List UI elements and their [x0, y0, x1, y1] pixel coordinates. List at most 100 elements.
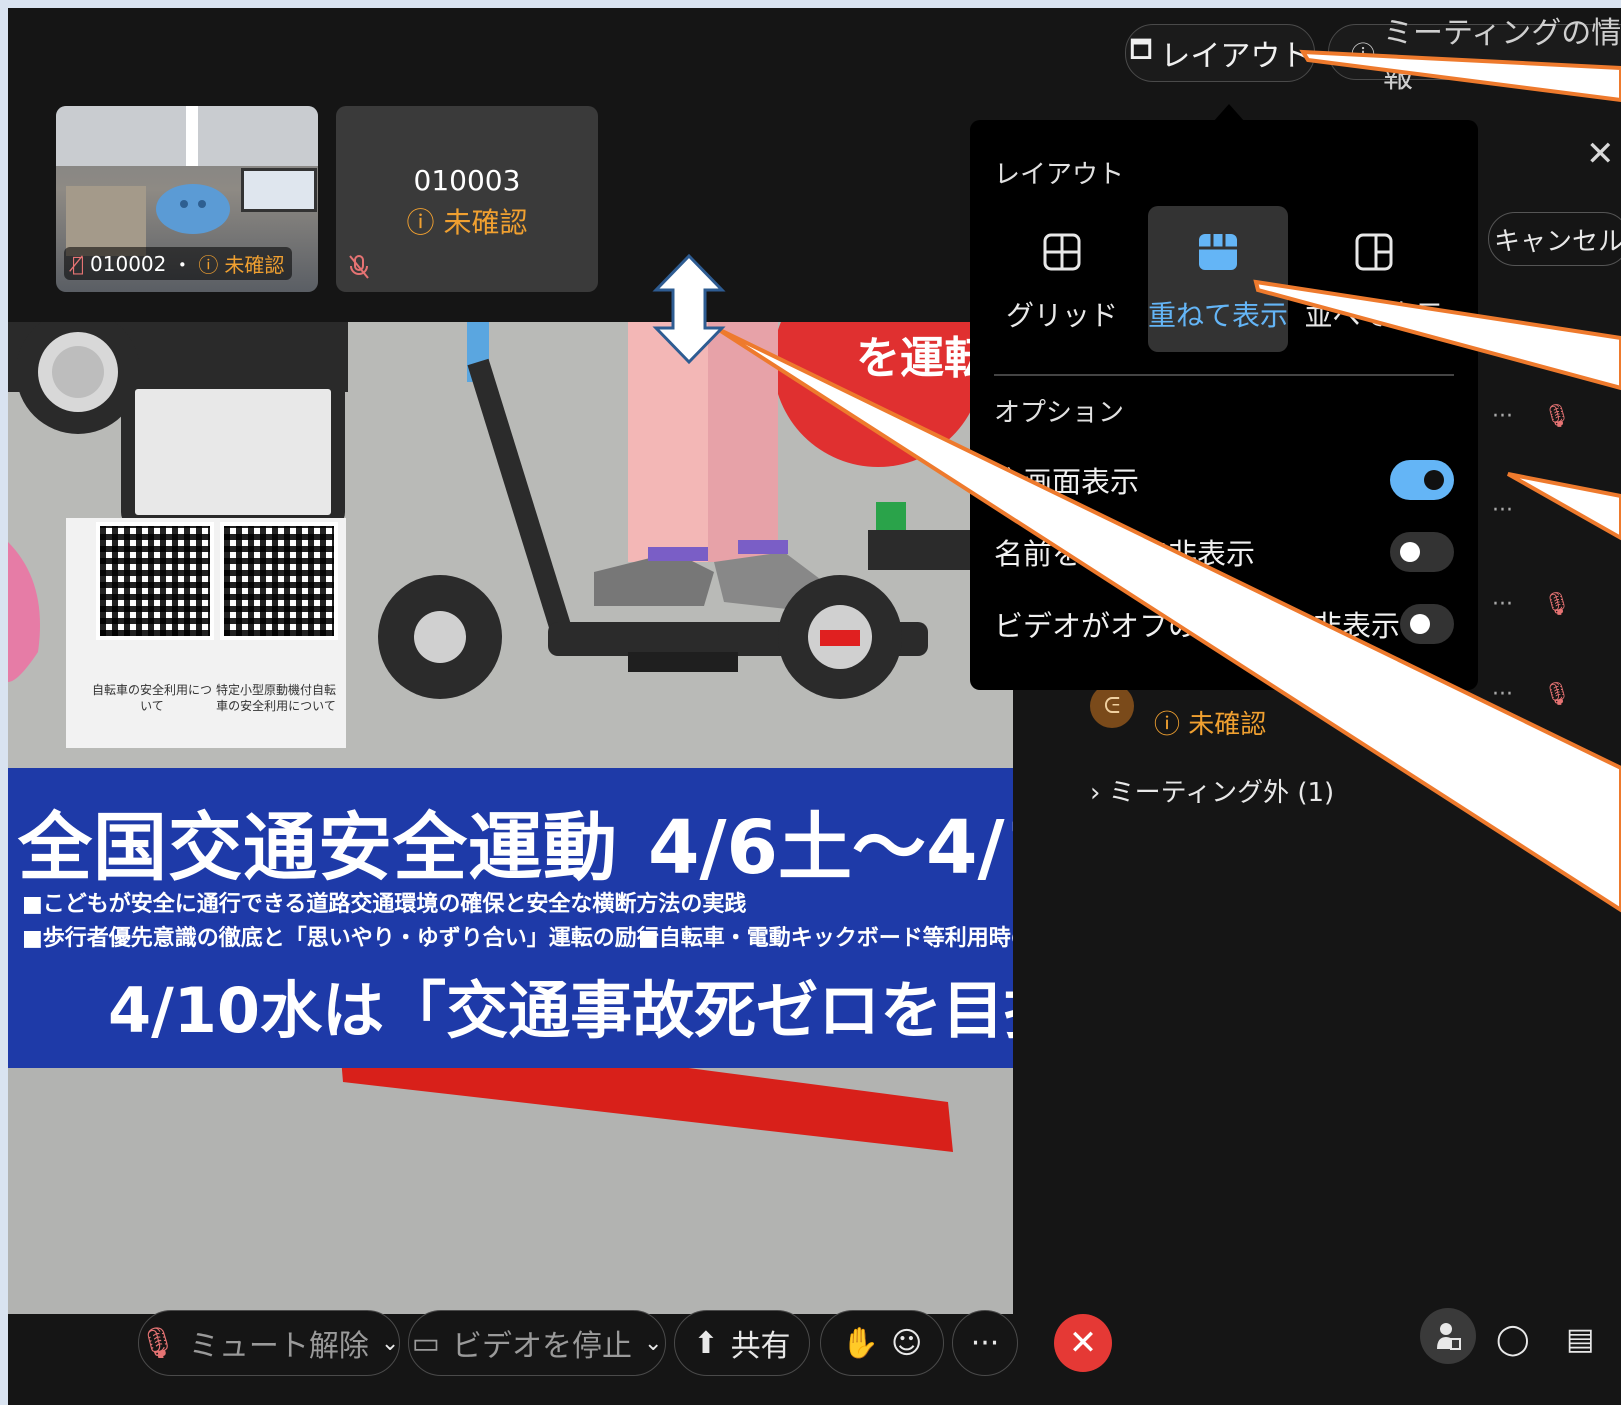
- participant-row-actions[interactable]: ···: [1492, 498, 1513, 523]
- main-video: を運転 自転車の安全利用について 特定小型原動機付自転車の安全利用について 全国…: [8, 322, 1013, 1314]
- participant-status: 未確認: [443, 206, 528, 239]
- more-options-icon[interactable]: ···: [1492, 682, 1513, 707]
- toggle-label: 名前を自分で非表示: [994, 537, 1256, 571]
- poster-banner: 全国交通安全運動 4/6土〜4/1 ■こどもが安全に通行できる道路交通環境の確保…: [8, 768, 1013, 1068]
- layout-option-grid[interactable]: グリッド: [992, 206, 1132, 352]
- chat-icon[interactable]: ◯: [1496, 1322, 1530, 1357]
- popup-divider: [994, 374, 1454, 376]
- mic-muted-icon: 🎙: [138, 1325, 177, 1361]
- popup-title: レイアウト: [994, 160, 1125, 190]
- meeting-window: 🗖 レイアウト ⓘ ミーティングの情報 🎙̸ 010002 ・ ⓘ 未確認 01…: [8, 8, 1621, 1405]
- participant-id: 010002: [90, 251, 167, 276]
- unconfirmed-icon: ⓘ: [198, 253, 219, 277]
- toggle-knob: [1424, 470, 1444, 490]
- more-icon: ···: [970, 1325, 1000, 1361]
- qr-caption-2: 特定小型原動機付自転車の安全利用について: [216, 683, 337, 713]
- mic-muted-icon: 🎙: [1542, 592, 1571, 617]
- more-options-icon[interactable]: ···: [1492, 592, 1513, 617]
- toggle-label: ビデオがオフの参加者を非表示: [994, 609, 1401, 643]
- layout-option-side-by-side[interactable]: 並べて表示: [1304, 206, 1444, 352]
- raise-hand-icon[interactable]: ✋: [842, 1326, 879, 1361]
- grid-icon: [992, 232, 1132, 278]
- poster-sign-text: を運転: [856, 333, 988, 384]
- unconfirmed-icon: ⓘ: [406, 206, 435, 239]
- participant-status: 未確認: [1188, 710, 1267, 740]
- mic-muted-icon: 🎙: [1542, 404, 1571, 429]
- share-button[interactable]: ⬆ 共有: [674, 1310, 810, 1376]
- hide-video-off-toggle[interactable]: [1400, 604, 1454, 644]
- toggle-row-hide-video-off: ビデオがオフの参加者を非表示: [994, 602, 1454, 646]
- participant-status: 未確認: [224, 253, 285, 277]
- unconfirmed-icon: ⓘ: [1154, 710, 1181, 740]
- info-icon: ⓘ: [1351, 40, 1375, 69]
- room-light: [186, 106, 198, 166]
- end-call-button[interactable]: ✕: [1054, 1314, 1112, 1372]
- layout-option-label: グリッド: [1005, 299, 1118, 332]
- mic-muted-icon: 🎙: [1542, 682, 1571, 707]
- participant-row-actions[interactable]: ··· 🎙: [1492, 682, 1571, 707]
- hide-own-name-toggle[interactable]: [1390, 532, 1454, 572]
- qr-code-2: [220, 522, 338, 640]
- share-label: 共有: [730, 1329, 791, 1364]
- unmute-label: ミュート解除: [188, 1329, 369, 1364]
- stack-icon: [1148, 232, 1288, 278]
- more-options-icon[interactable]: ···: [1492, 404, 1513, 429]
- toggle-row-fullscreen: 全画面表示: [994, 458, 1454, 502]
- reactions-group: ✋ ☺: [820, 1310, 944, 1376]
- toggle-label: 全画面表示: [994, 465, 1140, 499]
- layout-option-label: 並べて表示: [1304, 299, 1444, 332]
- banner-bullet-2: ■歩行者優先意識の徹底と「思いやり・ゆずり合い」運転の励行: [22, 926, 659, 951]
- files-icon[interactable]: ▤: [1566, 1322, 1594, 1357]
- more-options-icon[interactable]: ···: [1492, 498, 1513, 523]
- qr-code-1: [96, 522, 214, 640]
- layout-option-label: 重ねて表示: [1148, 299, 1289, 332]
- room-shelf: [66, 186, 146, 256]
- participant-label: 🎙̸ 010002 ・ ⓘ 未確認: [64, 247, 293, 280]
- chevron-down-icon[interactable]: ⌄: [644, 1331, 662, 1356]
- banner-bottom-line: 4/10水は「交通事故死ゼロを目指す日」: [108, 974, 1013, 1047]
- participant-avatar: ᕮ: [1090, 684, 1134, 728]
- banner-title: 全国交通安全運動: [18, 805, 618, 891]
- qr-caption-1: 自転車の安全利用について: [92, 683, 213, 713]
- chevron-down-icon[interactable]: ⌄: [381, 1331, 399, 1356]
- options-title: オプション: [994, 398, 1125, 428]
- fullscreen-toggle[interactable]: [1390, 460, 1454, 500]
- share-icon: ⬆: [693, 1325, 719, 1361]
- chevron-right-icon: ›: [1090, 778, 1101, 808]
- meeting-info-button[interactable]: ⓘ ミーティングの情報: [1328, 16, 1621, 95]
- cancel-button[interactable]: キャンセル: [1488, 212, 1621, 266]
- participants-icon[interactable]: [1420, 1308, 1476, 1364]
- toggle-knob: [1410, 614, 1431, 634]
- separator: ・: [172, 253, 193, 277]
- layout-icon: 🗖: [1129, 35, 1153, 64]
- participant-status-row: ⓘ 未確認: [336, 201, 598, 241]
- room-window: [241, 168, 317, 212]
- close-icon: ✕: [1068, 1323, 1098, 1363]
- layout-button[interactable]: 🗖 レイアウト: [1125, 24, 1315, 82]
- video-camera-icon: ▭: [411, 1325, 440, 1361]
- close-icon[interactable]: ✕: [1586, 134, 1615, 174]
- toggle-row-hide-own-name: 名前を自分で非表示: [994, 530, 1454, 574]
- layout-button-label: レイアウト: [1160, 39, 1311, 74]
- participant-row-actions[interactable]: ··· 🎙: [1492, 592, 1571, 617]
- toggle-knob: [1400, 542, 1420, 562]
- meeting-info-label: ミーティングの情報: [1383, 16, 1621, 95]
- banner-bullet-1: ■こどもが安全に通行できる道路交通環境の確保と安全な横断方法の実践: [22, 892, 747, 917]
- stop-video-button[interactable]: ▭ ビデオを停止 ⌄: [408, 1310, 666, 1376]
- video-thumbnail-010002[interactable]: 🎙̸ 010002 ・ ⓘ 未確認: [56, 106, 318, 292]
- layout-popup: レイアウト グリッド 重ねて表示 並べて表示 オプション 全画面表示 名前を自分…: [970, 120, 1478, 690]
- out-of-meeting-label: ミーティング外 (1): [1108, 778, 1335, 808]
- side-by-side-icon: [1304, 232, 1444, 278]
- participant-row-actions[interactable]: ··· 🎙: [1492, 404, 1571, 429]
- mic-muted-icon: 🎙̸: [72, 251, 85, 276]
- stop-video-label: ビデオを停止: [451, 1329, 632, 1364]
- video-thumbnail-010003[interactable]: 010003 ⓘ 未確認: [336, 106, 598, 292]
- unmute-button[interactable]: 🎙 ミュート解除 ⌄: [138, 1310, 400, 1376]
- out-of-meeting-group[interactable]: › ミーティング外 (1): [1090, 772, 1334, 809]
- reaction-icon[interactable]: ☺: [891, 1326, 922, 1361]
- layout-option-stack[interactable]: 重ねて表示: [1148, 206, 1288, 352]
- more-button[interactable]: ···: [952, 1310, 1018, 1376]
- participant-status-row: ⓘ 未確認: [1154, 704, 1266, 741]
- participant-id: 010003: [413, 164, 521, 197]
- banner-date: 4/6土〜4/1: [648, 805, 1013, 891]
